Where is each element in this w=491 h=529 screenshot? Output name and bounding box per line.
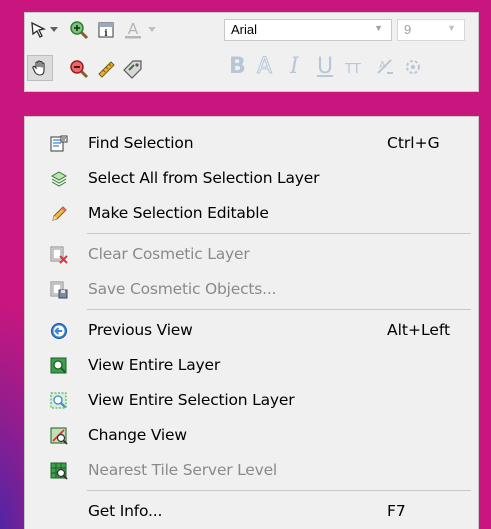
dropdown-caret-icon[interactable] bbox=[145, 18, 159, 42]
chevron-down-icon: ▼ bbox=[447, 23, 456, 33]
zoom-out-icon[interactable] bbox=[67, 57, 91, 81]
save-cosmetic-icon bbox=[49, 280, 69, 300]
previous-view-icon bbox=[49, 321, 69, 341]
text-color-icon[interactable]: A bbox=[121, 18, 145, 42]
italic-icon[interactable]: I bbox=[290, 55, 299, 79]
svg-text:A: A bbox=[128, 20, 139, 38]
get-info-icon bbox=[49, 502, 69, 522]
menu-item-find-selection[interactable]: Find Selection Ctrl+G bbox=[25, 127, 480, 161]
menu-item-shortcut: Alt+Left bbox=[387, 321, 451, 339]
underline-icon[interactable]: U bbox=[317, 55, 333, 79]
ruler-icon[interactable] bbox=[94, 57, 118, 81]
menu-item-label: View Entire Selection Layer bbox=[88, 391, 295, 409]
menu-item-view-entire-layer[interactable]: View Entire Layer bbox=[25, 349, 480, 383]
toolbar: i A Arial ▼ 9 ▼ B A I U TT A bbox=[24, 12, 479, 92]
menu-item-nearest-tile-server-level: Nearest Tile Server Level bbox=[25, 454, 480, 488]
menu-item-save-cosmetic-objects: Save Cosmetic Objects... bbox=[25, 273, 480, 307]
svg-text:A: A bbox=[379, 60, 386, 71]
dropdown-caret-icon[interactable] bbox=[47, 18, 61, 42]
menu-item-label: Change View bbox=[88, 426, 187, 444]
zoom-in-icon[interactable] bbox=[67, 18, 91, 42]
find-selection-icon bbox=[49, 134, 69, 154]
label-tag-icon[interactable] bbox=[121, 57, 145, 81]
menu-item-label: Find Selection bbox=[88, 134, 194, 152]
tile-server-icon bbox=[49, 461, 69, 481]
menu-item-label: View Entire Layer bbox=[88, 356, 221, 374]
menu-separator bbox=[87, 490, 471, 491]
menu-separator bbox=[87, 233, 471, 234]
pan-hand-icon[interactable] bbox=[27, 55, 53, 81]
clear-cosmetic-icon bbox=[49, 245, 69, 265]
info-tool-icon[interactable]: i bbox=[94, 18, 118, 42]
font-name-value: Arial bbox=[231, 22, 258, 37]
superscript-icon[interactable]: TT bbox=[345, 58, 361, 82]
menu-separator bbox=[87, 309, 471, 310]
menu-item-label: Select All from Selection Layer bbox=[88, 169, 320, 187]
outline-icon[interactable]: A bbox=[256, 54, 272, 79]
menu-item-shortcut: Ctrl+G bbox=[387, 134, 440, 152]
chevron-down-icon: ▼ bbox=[374, 23, 383, 33]
menu-item-select-all-from-selection-layer[interactable]: Select All from Selection Layer bbox=[25, 162, 480, 196]
rotate-label-icon[interactable]: A bbox=[373, 55, 397, 79]
layers-icon bbox=[49, 169, 69, 189]
menu-item-get-info[interactable]: Get Info... F7 bbox=[25, 495, 480, 529]
menu-item-clear-cosmetic-layer: Clear Cosmetic Layer bbox=[25, 238, 480, 272]
menu-item-label: Nearest Tile Server Level bbox=[88, 461, 278, 479]
menu-item-view-entire-selection-layer[interactable]: View Entire Selection Layer bbox=[25, 384, 480, 418]
font-size-select[interactable]: 9 ▼ bbox=[397, 19, 465, 41]
view-entire-layer-icon bbox=[49, 356, 69, 376]
menu-item-shortcut: F7 bbox=[387, 502, 406, 520]
change-view-icon bbox=[49, 426, 69, 446]
menu-item-change-view[interactable]: Change View bbox=[25, 419, 480, 453]
bold-icon[interactable]: B bbox=[229, 55, 246, 79]
menu-item-label: Previous View bbox=[88, 321, 193, 339]
menu-item-label: Get Info... bbox=[88, 502, 163, 520]
svg-text:i: i bbox=[104, 29, 108, 39]
menu-item-label: Make Selection Editable bbox=[88, 204, 269, 222]
menu-item-label: Clear Cosmetic Layer bbox=[88, 245, 250, 263]
font-name-select[interactable]: Arial ▼ bbox=[224, 19, 392, 41]
menu-item-previous-view[interactable]: Previous View Alt+Left bbox=[25, 314, 480, 348]
menu-item-make-selection-editable[interactable]: Make Selection Editable bbox=[25, 197, 480, 231]
view-selection-layer-icon bbox=[49, 391, 69, 411]
menu-item-label: Save Cosmetic Objects... bbox=[88, 280, 277, 298]
pencil-icon bbox=[49, 204, 69, 224]
label-style-icon[interactable] bbox=[401, 55, 425, 79]
font-size-value: 9 bbox=[404, 22, 412, 37]
context-menu: Find Selection Ctrl+G Select All from Se… bbox=[24, 116, 479, 529]
